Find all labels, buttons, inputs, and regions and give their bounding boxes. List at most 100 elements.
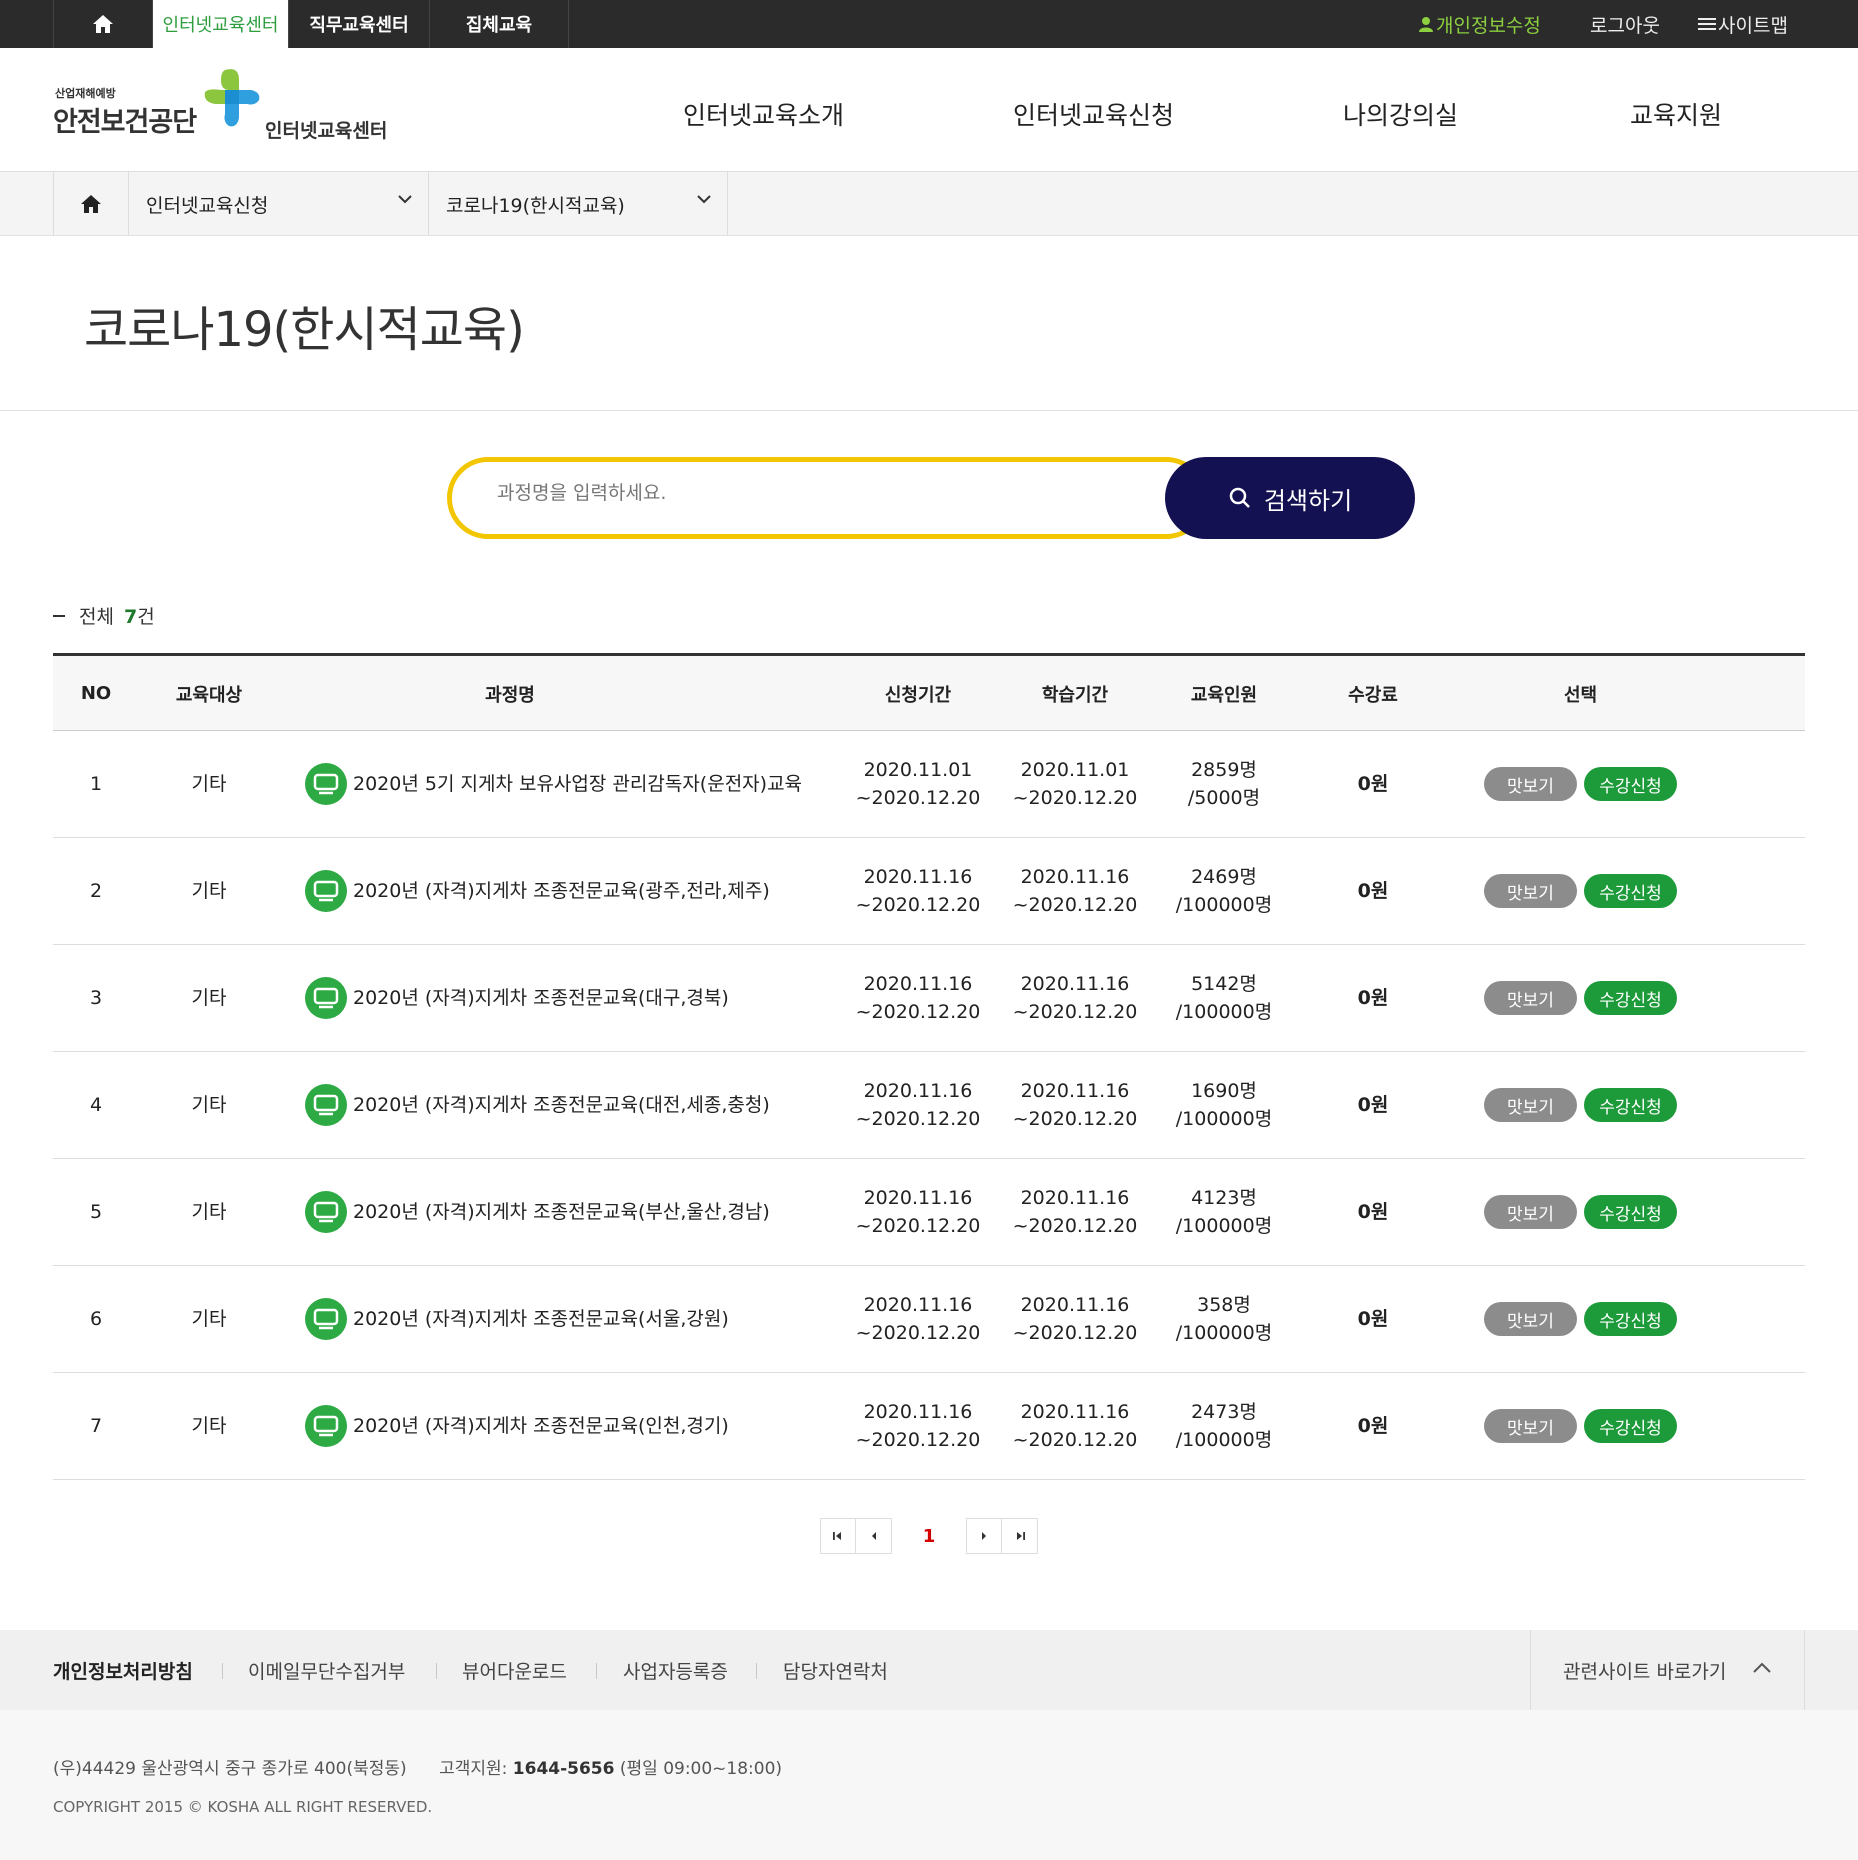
prev-page-button[interactable] xyxy=(856,1518,892,1554)
footer-link-privacy-policy[interactable]: 개인정보처리방침 xyxy=(53,1630,193,1710)
footer-separator xyxy=(756,1663,757,1679)
apply-start: 2020.11.16 xyxy=(863,866,973,888)
footer-copyright: COPYRIGHT 2015 © KOSHA ALL RIGHT RESERVE… xyxy=(53,1798,433,1816)
preview-button[interactable]: 맛보기 xyxy=(1484,874,1577,908)
table-row: 6 기타 2020년 (자격)지게차 조종전문교육(서울,강원) 2020.11… xyxy=(53,1266,1805,1373)
related-sites-toggle[interactable]: 관련사이트 바로가기 xyxy=(1530,1630,1805,1710)
fee-value: 0원 xyxy=(1357,987,1389,1009)
apply-button[interactable]: 수강신청 xyxy=(1584,874,1677,908)
table-row: 1 기타 2020년 5기 지게차 보유사업장 관리감독자(운전자)교육 202… xyxy=(53,731,1805,838)
row-target: 기타 xyxy=(191,1094,227,1116)
table-row: 7 기타 2020년 (자격)지게차 조종전문교육(인천,경기) 2020.11… xyxy=(53,1373,1805,1480)
course-title-link[interactable]: 2020년 (자격)지게차 조종전문교육(대전,세종,충청) xyxy=(353,1091,770,1119)
footer-address-line: (우)44429 울산광역시 중구 종가로 400(북정동) 고객지원: 164… xyxy=(53,1754,782,1779)
course-title-link[interactable]: 2020년 (자격)지게차 조종전문교육(인천,경기) xyxy=(353,1412,729,1440)
apply-button[interactable]: 수강신청 xyxy=(1584,981,1677,1015)
breadcrumb-select-category[interactable]: 인터넷교육신청 xyxy=(129,172,429,236)
capacity-count: /5000명 xyxy=(1187,787,1261,809)
row-course[interactable]: 2020년 (자격)지게차 조종전문교육(서울,강원) xyxy=(305,1266,865,1372)
preview-button[interactable]: 맛보기 xyxy=(1484,767,1577,801)
apply-end: ~2020.12.20 xyxy=(855,894,981,916)
row-study-period: 2020.11.16 ~2020.12.20 xyxy=(1013,1266,1138,1372)
gnb-internet-edu-intro[interactable]: 인터넷교육소개 xyxy=(683,96,844,132)
tab-group-edu[interactable]: 집체교육 xyxy=(430,0,569,48)
preview-button[interactable]: 맛보기 xyxy=(1484,1302,1577,1336)
logout-link[interactable]: 로그아웃 xyxy=(1590,0,1660,48)
monitor-icon xyxy=(305,763,347,805)
last-page-button[interactable] xyxy=(1002,1518,1038,1554)
apply-button[interactable]: 수강신청 xyxy=(1584,1302,1677,1336)
study-start: 2020.11.16 xyxy=(1020,1294,1130,1316)
footer-link-business-registration[interactable]: 사업자등록증 xyxy=(623,1630,728,1710)
preview-button[interactable]: 맛보기 xyxy=(1484,1409,1577,1443)
capacity-count: /100000명 xyxy=(1175,1108,1273,1130)
row-actions: 맛보기 수강신청 xyxy=(1478,1266,1683,1372)
study-start: 2020.11.16 xyxy=(1020,973,1130,995)
monitor-icon xyxy=(305,1084,347,1126)
apply-button[interactable]: 수강신청 xyxy=(1584,1409,1677,1443)
page-title: 코로나19(한시적교육) xyxy=(84,302,525,358)
row-course[interactable]: 2020년 (자격)지게차 조종전문교육(부산,울산,경남) xyxy=(305,1159,865,1265)
row-actions: 맛보기 수강신청 xyxy=(1478,1373,1683,1479)
row-no: 3 xyxy=(89,987,103,1009)
count-unit: 건 xyxy=(137,606,155,628)
fee-value: 0원 xyxy=(1357,1308,1389,1330)
apply-button[interactable]: 수강신청 xyxy=(1584,1088,1677,1122)
tab-job-edu-center[interactable]: 직무교육센터 xyxy=(289,0,430,48)
row-actions: 맛보기 수강신청 xyxy=(1478,1159,1683,1265)
row-apply-period: 2020.11.16 ~2020.12.20 xyxy=(856,1159,981,1265)
search-input[interactable] xyxy=(497,475,1097,511)
breadcrumb-select-course[interactable]: 코로나19(한시적교육) xyxy=(429,172,728,236)
tab-internet-edu-center[interactable]: 인터넷교육센터 xyxy=(153,0,289,48)
row-no: 5 xyxy=(89,1201,103,1223)
row-course[interactable]: 2020년 (자격)지게차 조종전문교육(대전,세종,충청) xyxy=(305,1052,865,1158)
site-logo[interactable]: 산업재해예방 안전보건공단 인터넷교육센터 xyxy=(53,66,413,156)
preview-button[interactable]: 맛보기 xyxy=(1484,981,1577,1015)
enrolled-count: 358명 xyxy=(1197,1294,1251,1316)
study-end: ~2020.12.20 xyxy=(1012,1108,1138,1130)
footer-support-phone: 1644-5656 xyxy=(512,1759,615,1779)
row-capacity: 358명/100000명 xyxy=(1169,1266,1279,1372)
search-icon xyxy=(1229,487,1250,508)
course-title-link[interactable]: 2020년 (자격)지게차 조종전문교육(대구,경북) xyxy=(353,984,729,1012)
course-title-link[interactable]: 2020년 5기 지게차 보유사업장 관리감독자(운전자)교육 xyxy=(353,770,802,798)
apply-button[interactable]: 수강신청 xyxy=(1584,1195,1677,1229)
first-page-button[interactable] xyxy=(820,1518,856,1554)
breadcrumb-home-button[interactable] xyxy=(53,172,129,236)
row-target: 기타 xyxy=(191,880,227,902)
monitor-icon xyxy=(305,1405,347,1447)
study-end: ~2020.12.20 xyxy=(1012,1001,1138,1023)
footer-link-email-refusal[interactable]: 이메일무단수집거부 xyxy=(248,1630,405,1710)
sitemap-link[interactable]: 사이트맵 xyxy=(1698,0,1788,48)
row-course[interactable]: 2020년 5기 지게차 보유사업장 관리감독자(운전자)교육 xyxy=(305,731,865,837)
gnb-edu-support[interactable]: 교육지원 xyxy=(1630,96,1722,132)
edit-profile-link[interactable]: 개인정보수정 xyxy=(1418,0,1541,48)
row-study-period: 2020.11.16 ~2020.12.20 xyxy=(1013,1159,1138,1265)
gnb-my-classroom[interactable]: 나의강의실 xyxy=(1343,96,1458,132)
row-course[interactable]: 2020년 (자격)지게차 조종전문교육(대구,경북) xyxy=(305,945,865,1051)
gnb-internet-edu-apply[interactable]: 인터넷교육신청 xyxy=(1013,96,1174,132)
row-apply-period: 2020.11.16 ~2020.12.20 xyxy=(856,1266,981,1372)
course-title-link[interactable]: 2020년 (자격)지게차 조종전문교육(부산,울산,경남) xyxy=(353,1198,770,1226)
preview-button[interactable]: 맛보기 xyxy=(1484,1195,1577,1229)
apply-end: ~2020.12.20 xyxy=(855,1322,981,1344)
search-button[interactable]: 검색하기 xyxy=(1165,457,1415,539)
apply-button[interactable]: 수강신청 xyxy=(1584,767,1677,801)
preview-button[interactable]: 맛보기 xyxy=(1484,1088,1577,1122)
next-page-button[interactable] xyxy=(966,1518,1002,1554)
footer-link-viewer-download[interactable]: 뷰어다운로드 xyxy=(462,1630,567,1710)
row-capacity: 1690명/100000명 xyxy=(1169,1052,1279,1158)
row-course[interactable]: 2020년 (자격)지게차 조종전문교육(광주,전라,제주) xyxy=(305,838,865,944)
course-search: 검색하기 xyxy=(447,457,1415,539)
row-fee: 0원 xyxy=(1318,1159,1428,1265)
footer-link-contact[interactable]: 담당자연락처 xyxy=(783,1630,888,1710)
top-home-button[interactable] xyxy=(53,0,153,48)
breadcrumb: 인터넷교육신청 코로나19(한시적교육) xyxy=(0,172,1858,236)
monitor-icon xyxy=(305,1298,347,1340)
row-course[interactable]: 2020년 (자격)지게차 조종전문교육(인천,경기) xyxy=(305,1373,865,1479)
course-title-link[interactable]: 2020년 (자격)지게차 조종전문교육(광주,전라,제주) xyxy=(353,877,770,905)
course-title-link[interactable]: 2020년 (자격)지게차 조종전문교육(서울,강원) xyxy=(353,1305,729,1333)
breadcrumb-category-label: 인터넷교육신청 xyxy=(146,194,269,217)
apply-end: ~2020.12.20 xyxy=(855,1108,981,1130)
page-number-current[interactable]: 1 xyxy=(892,1518,966,1554)
